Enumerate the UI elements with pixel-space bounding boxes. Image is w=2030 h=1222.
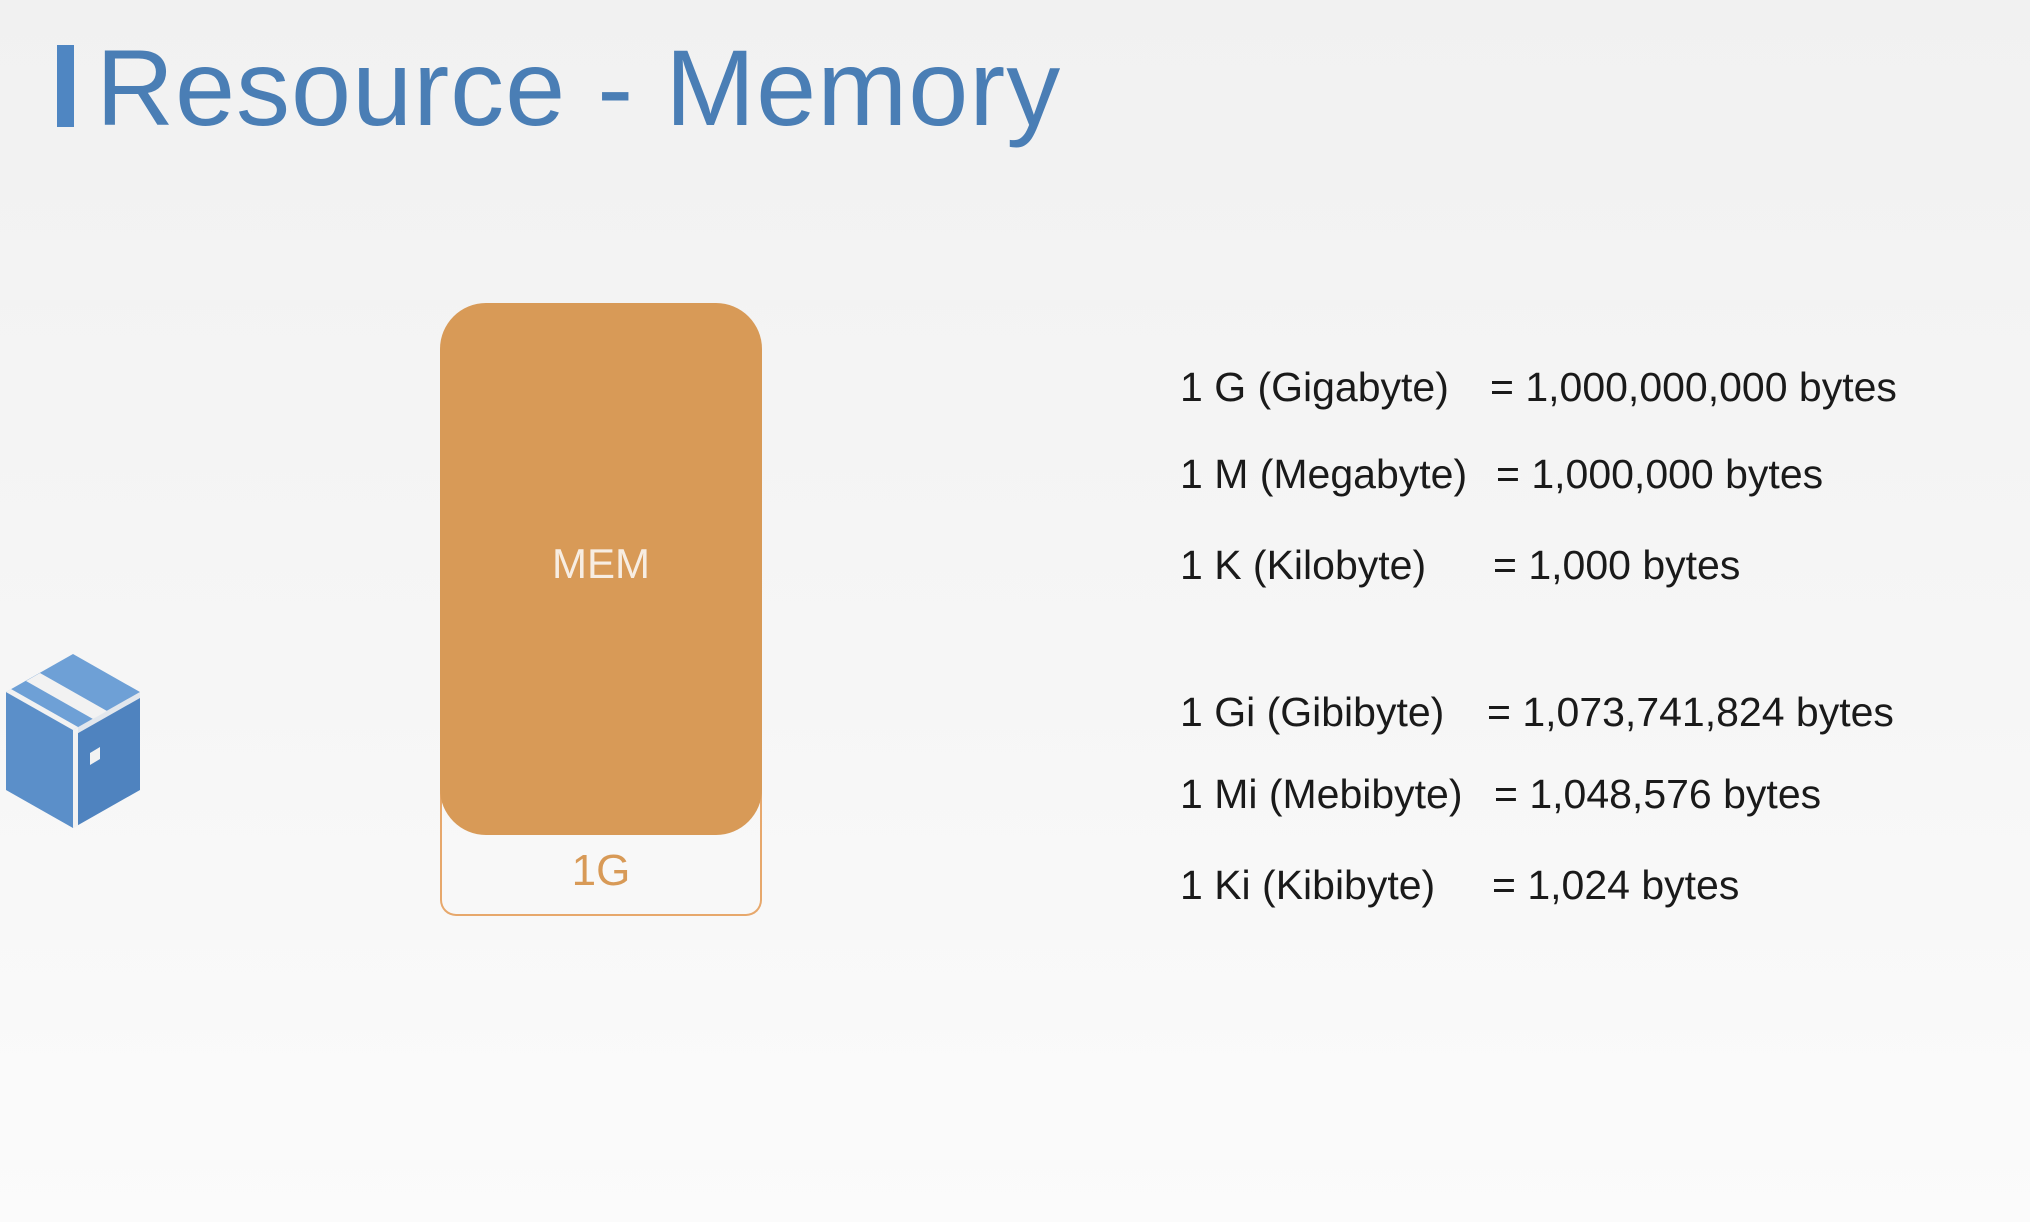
unit-name: 1 Mi (Mebibyte) (1180, 771, 1463, 817)
unit-list: 1 G (Gigabyte) = 1,000,000,000 bytes 1 M… (1180, 0, 2020, 1222)
unit-name: 1 G (Gigabyte) (1180, 364, 1449, 410)
unit-value: = 1,048,576 bytes (1494, 771, 1822, 817)
unit-value: = 1,000,000,000 bytes (1490, 364, 1897, 410)
unit-value: = 1,024 bytes (1492, 862, 1740, 908)
unit-name: 1 Gi (Gibibyte) (1180, 689, 1445, 735)
memory-block-label: MEM (552, 540, 650, 587)
title-accent-bar (57, 45, 74, 127)
unit-value: = 1,000 bytes (1493, 542, 1741, 588)
unit-name: 1 M (Megabyte) (1180, 451, 1468, 497)
unit-name: 1 Ki (Kibibyte) (1180, 862, 1436, 908)
pod-box-icon (2, 650, 144, 833)
unit-value: = 1,073,741,824 bytes (1487, 689, 1894, 735)
unit-value: = 1,000,000 bytes (1496, 451, 1824, 497)
unit-name: 1 K (Kilobyte) (1180, 542, 1427, 588)
memory-limit-label: 1G (571, 846, 631, 895)
page-title: Resource - Memory (96, 27, 1062, 148)
